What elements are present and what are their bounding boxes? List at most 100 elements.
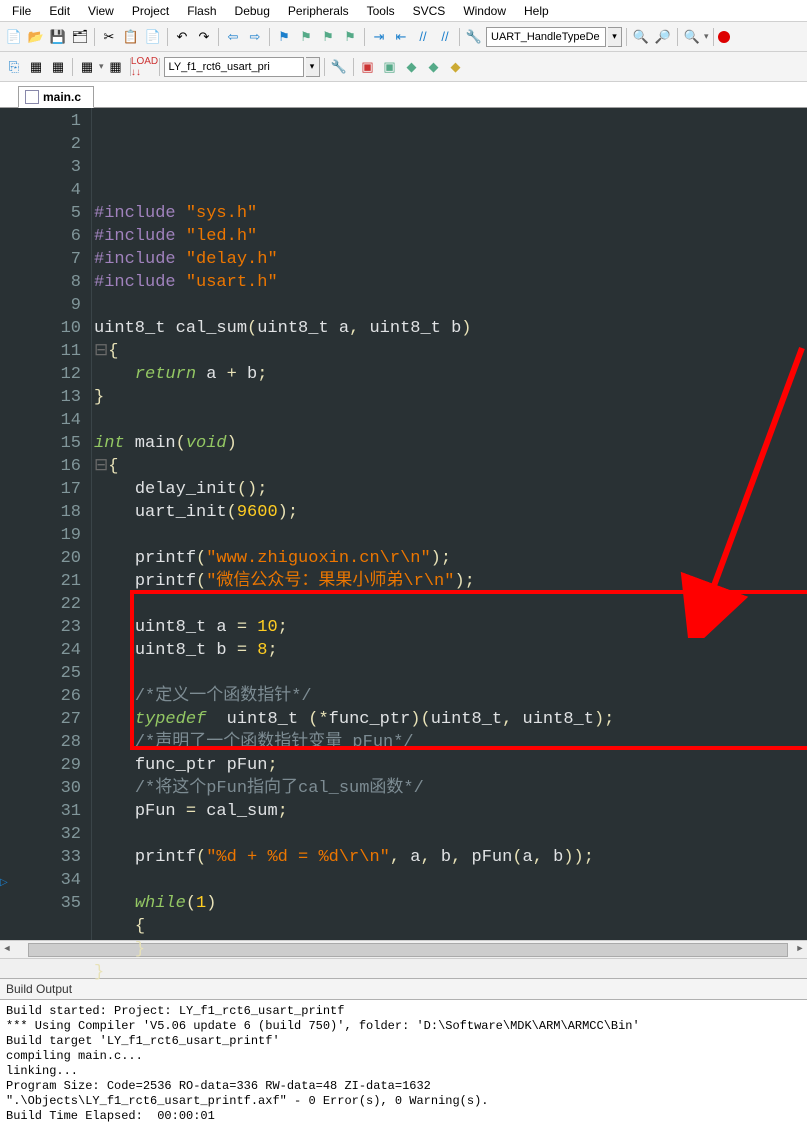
download-icon[interactable]: LOAD↓↓ [135, 57, 155, 77]
code-line[interactable]: #include "led.h" [94, 225, 807, 248]
undo-icon[interactable]: ↶ [172, 27, 192, 47]
menu-edit[interactable]: Edit [41, 2, 78, 20]
nav-back-icon[interactable]: ⇦ [223, 27, 243, 47]
manage-rte-icon[interactable]: ◆ [402, 57, 422, 77]
bookmark-clear-icon[interactable]: ⚑ [340, 27, 360, 47]
line-number: 5 [0, 202, 81, 225]
bookmark-prev-icon[interactable]: ⚑ [296, 27, 316, 47]
code-editor[interactable]: 1234567891011121314151617181920212223242… [0, 108, 807, 940]
line-number: 14 [0, 409, 81, 432]
code-line[interactable]: printf("%d + %d = %d\r\n", a, b, pFun(a,… [94, 846, 807, 869]
manage-icon[interactable]: ▣ [380, 57, 400, 77]
breakpoint-icon[interactable] [718, 31, 730, 43]
line-number: 29 [0, 754, 81, 777]
pack-installer-icon[interactable]: ◆ [446, 57, 466, 77]
debug-icon[interactable]: 🔍 [682, 27, 702, 47]
code-line[interactable]: } [94, 386, 807, 409]
line-number: 35 [0, 892, 81, 915]
stop-build-icon[interactable]: ▦ [106, 57, 126, 77]
code-line[interactable]: /*将这个pFun指向了cal_sum函数*/ [94, 777, 807, 800]
code-line[interactable]: uart_init(9600); [94, 501, 807, 524]
line-number: 15 [0, 432, 81, 455]
find-in-files-icon[interactable]: 🔧 [464, 27, 484, 47]
menu-peripherals[interactable]: Peripherals [280, 2, 357, 20]
code-line[interactable]: /*定义一个函数指针*/ [94, 685, 807, 708]
code-line[interactable]: printf("www.zhiguoxin.cn\r\n"); [94, 547, 807, 570]
code-line[interactable] [94, 662, 807, 685]
select-pack-icon[interactable]: ◆ [424, 57, 444, 77]
code-line[interactable]: uint8_t cal_sum(uint8_t a, uint8_t b) [94, 317, 807, 340]
code-line[interactable]: pFun = cal_sum; [94, 800, 807, 823]
search-input[interactable] [486, 27, 606, 47]
code-line[interactable]: int main(void) [94, 432, 807, 455]
code-line[interactable]: #include "sys.h" [94, 202, 807, 225]
copy-icon[interactable]: 📋 [121, 27, 141, 47]
code-line[interactable] [94, 869, 807, 892]
code-line[interactable]: } [94, 938, 807, 961]
target-select[interactable] [164, 57, 304, 77]
find-icon[interactable]: 🔍 [631, 27, 651, 47]
paste-icon[interactable]: 📄 [143, 27, 163, 47]
save-icon[interactable]: 💾 [48, 27, 68, 47]
menu-debug[interactable]: Debug [227, 2, 278, 20]
menu-file[interactable]: File [4, 2, 39, 20]
code-line[interactable] [94, 593, 807, 616]
code-line[interactable]: #include "usart.h" [94, 271, 807, 294]
code-line[interactable]: while(1) [94, 892, 807, 915]
menu-flash[interactable]: Flash [179, 2, 224, 20]
menu-window[interactable]: Window [455, 2, 514, 20]
outdent-icon[interactable]: ⇤ [391, 27, 411, 47]
menu-svcs[interactable]: SVCS [405, 2, 454, 20]
tab-label: main.c [43, 90, 81, 104]
code-line[interactable]: uint8_t b = 8; [94, 639, 807, 662]
code-line[interactable]: { [94, 915, 807, 938]
menu-help[interactable]: Help [516, 2, 557, 20]
code-line[interactable]: return a + b; [94, 363, 807, 386]
code-line[interactable]: uint8_t a = 10; [94, 616, 807, 639]
incremental-find-icon[interactable]: 🔎 [653, 27, 673, 47]
indent-icon[interactable]: ⇥ [369, 27, 389, 47]
bookmark-icon[interactable]: ⚑ [274, 27, 294, 47]
code-line[interactable]: func_ptr pFun; [94, 754, 807, 777]
separator [677, 28, 678, 46]
tab-main-c[interactable]: main.c [18, 86, 94, 108]
build-output-panel[interactable]: Build started: Project: LY_f1_rct6_usart… [0, 1000, 807, 1135]
line-number: 26 [0, 685, 81, 708]
open-file-icon[interactable]: 📂 [26, 27, 46, 47]
cut-icon[interactable]: ✂ [99, 27, 119, 47]
code-line[interactable]: } [94, 961, 807, 984]
nav-fwd-icon[interactable]: ⇨ [245, 27, 265, 47]
code-line[interactable] [94, 823, 807, 846]
file-ext-icon[interactable]: ▣ [358, 57, 378, 77]
line-number: 12 [0, 363, 81, 386]
comment-icon[interactable]: // [413, 27, 433, 47]
line-number: 20 [0, 547, 81, 570]
uncomment-icon[interactable]: // [435, 27, 455, 47]
code-line[interactable]: ⊟{ [94, 455, 807, 478]
scroll-left-icon[interactable]: ◄ [0, 943, 14, 957]
code-area[interactable]: #include "sys.h"#include "led.h"#include… [92, 108, 807, 940]
build-icon[interactable]: ▦ [26, 57, 46, 77]
translate-icon[interactable]: ⎘ [4, 57, 24, 77]
code-line[interactable] [94, 294, 807, 317]
code-line[interactable]: /*声明了一个函数指针变量 pFun*/ [94, 731, 807, 754]
code-line[interactable]: typedef uint8_t (*func_ptr)(uint8_t, uin… [94, 708, 807, 731]
code-line[interactable] [94, 409, 807, 432]
menu-project[interactable]: Project [124, 2, 177, 20]
search-dropdown[interactable]: ▾ [608, 27, 622, 47]
options-icon[interactable]: 🔧 [329, 57, 349, 77]
code-line[interactable]: #include "delay.h" [94, 248, 807, 271]
bookmark-next-icon[interactable]: ⚑ [318, 27, 338, 47]
save-all-icon[interactable]: 🗂 [70, 27, 90, 47]
menu-tools[interactable]: Tools [359, 2, 403, 20]
menu-view[interactable]: View [80, 2, 122, 20]
target-dropdown[interactable]: ▾ [306, 57, 320, 77]
code-line[interactable]: delay_init(); [94, 478, 807, 501]
batch-build-icon[interactable]: ▦ [77, 57, 97, 77]
code-line[interactable]: printf("微信公众号：果果小师弟\r\n"); [94, 570, 807, 593]
code-line[interactable]: ⊟{ [94, 340, 807, 363]
code-line[interactable] [94, 524, 807, 547]
rebuild-icon[interactable]: ▦ [48, 57, 68, 77]
new-file-icon[interactable]: 📄 [4, 27, 24, 47]
redo-icon[interactable]: ↷ [194, 27, 214, 47]
